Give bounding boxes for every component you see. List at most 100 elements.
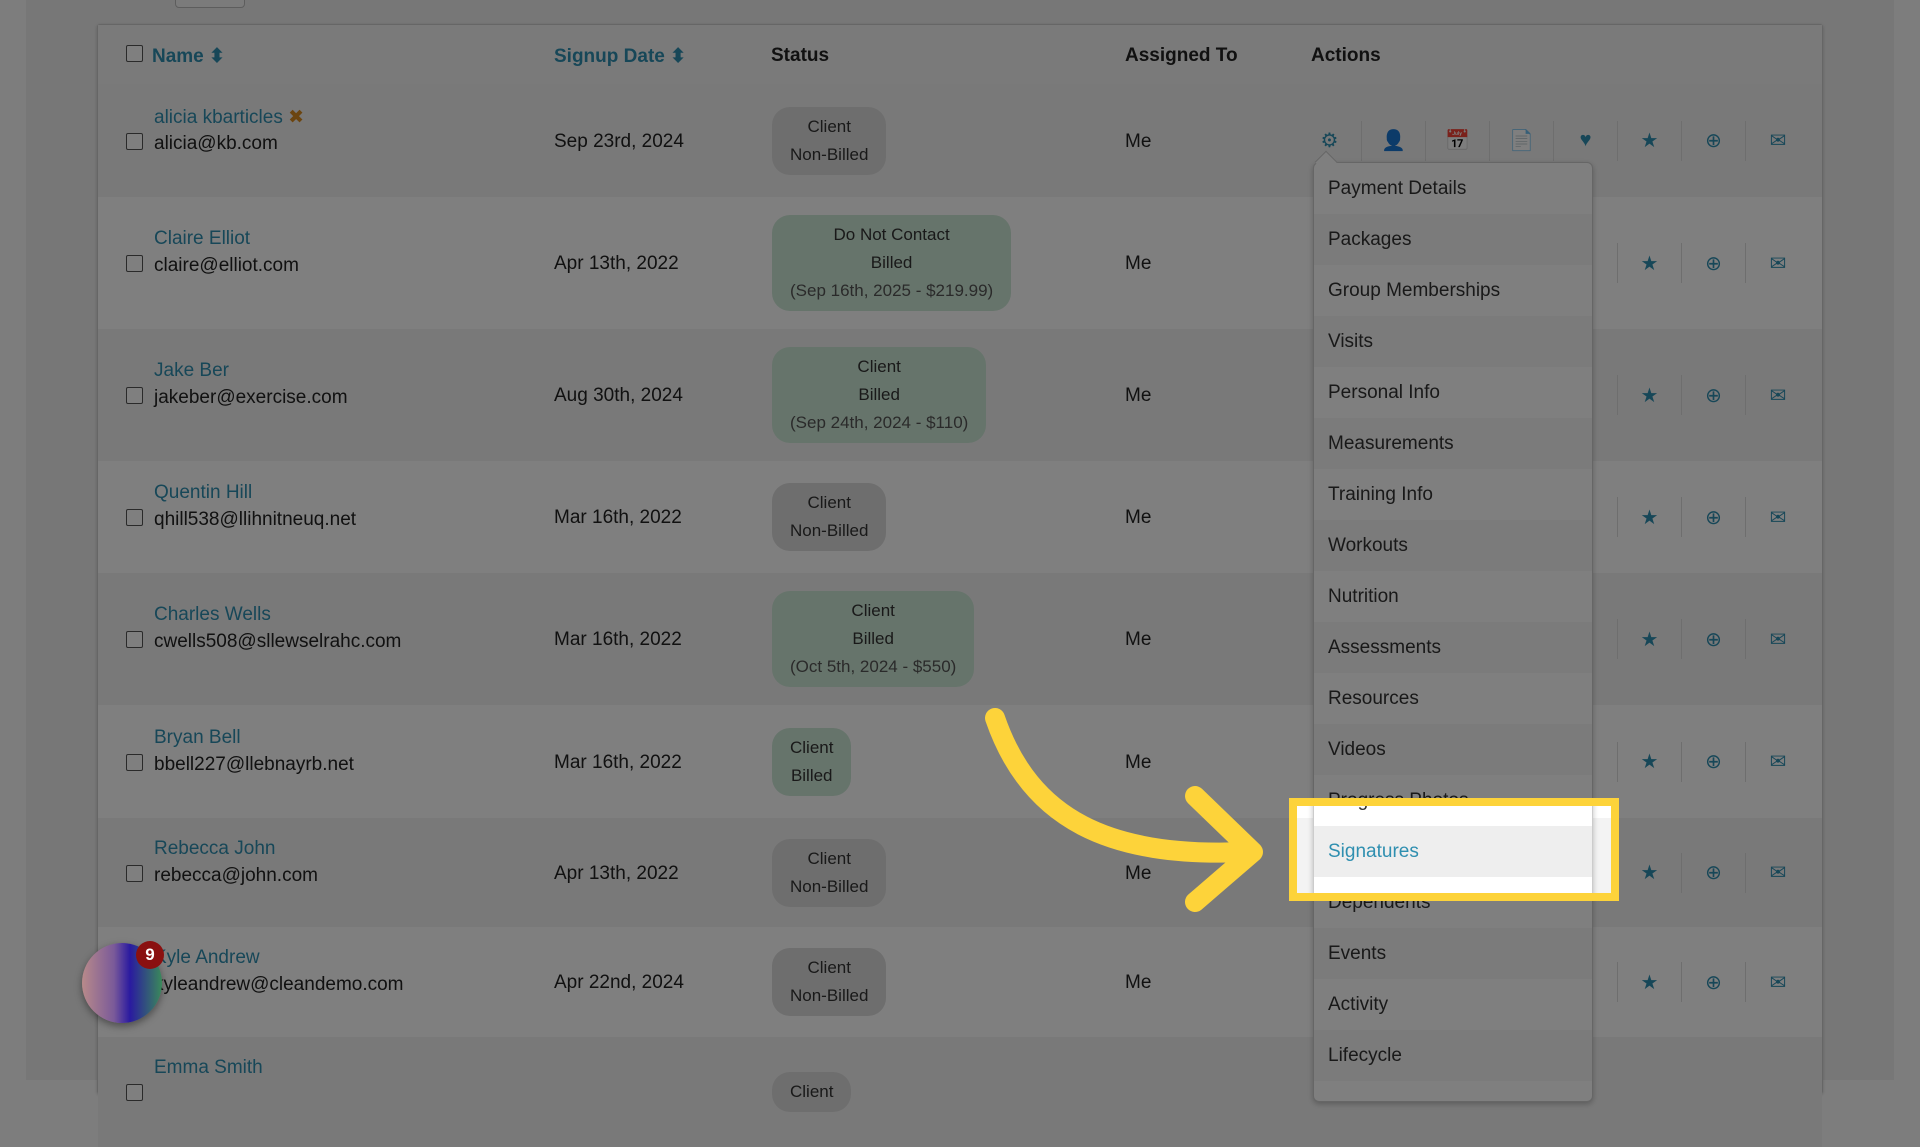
status-line: Billed (870, 253, 913, 272)
envelope-icon[interactable]: ✉ (1746, 853, 1810, 893)
status-badge: Client Billed (Sep 24th, 2024 - $110) (772, 347, 987, 443)
client-email: jakeber@exercise.com (154, 387, 348, 408)
client-name-link[interactable]: Emma Smith (154, 1057, 263, 1079)
status-badge: Client Billed (Oct 5th, 2024 - $550) (772, 591, 975, 687)
plus-circle-icon[interactable]: ⊕ (1682, 741, 1746, 782)
status-line: (Oct 5th, 2024 - $550) (790, 657, 957, 676)
select-all-checkbox[interactable] (126, 45, 143, 62)
client-name-link[interactable]: Charles Wells (154, 604, 271, 626)
menu-item-group-memberships[interactable]: Group Memberships (1314, 265, 1592, 316)
assigned-to: Me (1125, 385, 1152, 406)
signup-date: Apr 22nd, 2024 (554, 972, 684, 993)
menu-item-lifecycle[interactable]: Lifecycle (1314, 1030, 1592, 1081)
star-icon[interactable]: ★ (1618, 375, 1682, 415)
client-email: cwells508@sllewselrahc.com (154, 631, 402, 652)
flag-icon: ✖ (288, 106, 305, 128)
menu-item-packages[interactable]: Packages (1314, 214, 1592, 265)
plus-circle-icon[interactable]: ⊕ (1682, 120, 1746, 161)
row-checkbox[interactable] (126, 509, 143, 526)
row-checkbox[interactable] (126, 255, 143, 272)
signup-date: Apr 13th, 2022 (554, 862, 679, 884)
star-icon[interactable]: ★ (1618, 497, 1682, 537)
plus-circle-icon[interactable]: ⊕ (1682, 619, 1746, 659)
envelope-icon[interactable]: ✉ (1746, 243, 1810, 283)
signatures-highlight (1289, 798, 1619, 901)
status-line: Non-Billed (790, 521, 869, 540)
document-icon[interactable]: 📄 (1490, 120, 1554, 161)
envelope-icon[interactable]: ✉ (1746, 497, 1810, 537)
status-line: Non-Billed (790, 144, 869, 164)
row-checkbox[interactable] (126, 864, 143, 882)
status-line: (Sep 16th, 2025 - $219.99) (790, 281, 994, 300)
star-icon[interactable]: ★ (1618, 243, 1682, 283)
status-line: Billed (852, 629, 894, 648)
signup-date: Sep 23rd, 2024 (554, 130, 684, 152)
menu-item-personal-info[interactable]: Personal Info (1314, 367, 1592, 418)
status-line: Non-Billed (790, 876, 869, 896)
row-checkbox[interactable] (126, 1084, 143, 1101)
heartbeat-icon[interactable]: ♥ (1554, 120, 1618, 161)
row-checkbox[interactable] (126, 753, 143, 771)
plus-circle-icon[interactable]: ⊕ (1682, 375, 1746, 415)
menu-item-payment-details[interactable]: Payment Details (1314, 163, 1592, 214)
plus-circle-icon[interactable]: ⊕ (1682, 497, 1746, 537)
menu-item-events[interactable]: Events (1314, 928, 1592, 979)
row-actions: ⚙👤📅📄♥★⊕✉ (1298, 120, 1810, 161)
star-icon[interactable]: ★ (1618, 619, 1682, 659)
header-name[interactable]: Name ⬍ (152, 45, 225, 68)
client-name-link[interactable]: Bryan Bell (154, 727, 241, 749)
header-actions: Actions (1311, 45, 1381, 66)
envelope-icon[interactable]: ✉ (1746, 619, 1810, 659)
menu-item-nutrition[interactable]: Nutrition (1314, 571, 1592, 622)
assigned-to: Me (1125, 130, 1152, 152)
row-checkbox[interactable] (126, 387, 143, 404)
star-icon[interactable]: ★ (1618, 962, 1682, 1002)
star-icon[interactable]: ★ (1618, 852, 1682, 893)
star-icon[interactable]: ★ (1618, 120, 1682, 161)
status-line: Client (807, 958, 851, 977)
status-badge: Client (772, 1072, 852, 1112)
table-header: Name ⬍ Signup Date ⬍ Status Assigned To … (98, 25, 1822, 85)
menu-item-workouts[interactable]: Workouts (1314, 520, 1592, 571)
envelope-icon[interactable]: ✉ (1746, 742, 1810, 782)
menu-item-assessments[interactable]: Assessments (1314, 622, 1592, 673)
row-checkbox[interactable] (126, 132, 143, 150)
status-line: Client (790, 1082, 834, 1101)
menu-item-resources[interactable]: Resources (1314, 673, 1592, 724)
plus-circle-icon[interactable]: ⊕ (1682, 962, 1746, 1002)
calendar-check-icon[interactable]: 📅 (1426, 120, 1490, 161)
signup-date: Aug 30th, 2024 (554, 385, 683, 406)
signup-date: Apr 13th, 2022 (554, 253, 679, 274)
row-checkbox[interactable] (126, 631, 143, 648)
notification-badge: 9 (136, 941, 164, 969)
signup-date: Mar 16th, 2022 (554, 751, 682, 773)
top-button[interactable] (175, 0, 245, 8)
status-line: Client (851, 601, 895, 620)
actions-dropdown-menu: Payment Details Packages Group Memberships… (1313, 150, 1593, 1102)
client-email: qhill538@llihnitneuq.net (154, 509, 357, 530)
signup-date: Mar 16th, 2022 (554, 629, 682, 650)
client-name-link[interactable]: Quentin Hill (154, 482, 252, 504)
menu-item-videos[interactable]: Videos (1314, 724, 1592, 775)
header-signup-date[interactable]: Signup Date ⬍ (554, 45, 686, 68)
client-name-link[interactable]: Jake Ber (154, 360, 229, 382)
envelope-icon[interactable]: ✉ (1746, 962, 1810, 1002)
envelope-icon[interactable]: ✉ (1746, 375, 1810, 415)
menu-item-visits[interactable]: Visits (1314, 316, 1592, 367)
client-name-link[interactable]: Kyle Andrew (154, 947, 260, 969)
plus-circle-icon[interactable]: ⊕ (1682, 243, 1746, 283)
star-icon[interactable]: ★ (1618, 741, 1682, 782)
assigned-to: Me (1125, 253, 1152, 274)
envelope-icon[interactable]: ✉ (1746, 121, 1810, 161)
status-badge: Client Non-Billed (772, 838, 887, 907)
client-name-link[interactable]: alicia kbarticles ✖ (154, 106, 304, 129)
header-status: Status (771, 45, 830, 66)
menu-item-measurements[interactable]: Measurements (1314, 418, 1592, 469)
menu-item-training-info[interactable]: Training Info (1314, 469, 1592, 520)
menu-item-activity[interactable]: Activity (1314, 979, 1592, 1030)
plus-circle-icon[interactable]: ⊕ (1682, 852, 1746, 893)
client-name-link[interactable]: Claire Elliot (154, 228, 250, 250)
user-icon[interactable]: 👤 (1362, 120, 1426, 161)
client-name-link[interactable]: Rebecca John (154, 838, 275, 860)
assigned-to: Me (1125, 507, 1152, 528)
